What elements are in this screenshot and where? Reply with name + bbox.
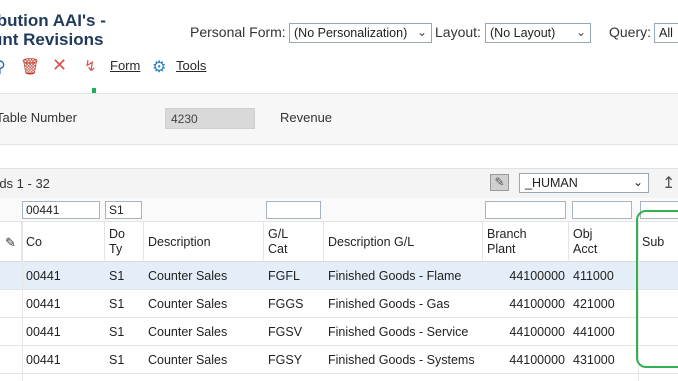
- cell-description: Counter Sales: [148, 325, 228, 339]
- col-header-description-gl[interactable]: Description G/L: [324, 222, 483, 262]
- cell-co: 00441: [26, 325, 61, 339]
- table-row[interactable]: 00441 S1 Counter Sales FGGS Finished Goo…: [0, 290, 678, 318]
- cell-description-gl: Finished Goods - Service: [328, 325, 469, 339]
- col-header-glcat-label: G/L Cat: [268, 227, 289, 256]
- cell-doty: S1: [109, 297, 125, 311]
- col-header-doty-label: Do Ty: [109, 227, 125, 256]
- cell-co: 00441: [26, 269, 61, 283]
- tools-menu-label: Tools: [176, 58, 207, 73]
- table-row[interactable]: 00441 S1 Counter Sales FGSY Finished Goo…: [0, 346, 678, 374]
- cell-branch-plant: 44100000: [509, 269, 565, 283]
- layout-value: (No Layout): [490, 26, 556, 40]
- col-header-co-label: Co: [26, 234, 42, 249]
- qbe-glcat-input[interactable]: [266, 201, 321, 219]
- column-header-row: ✎ Co Do Ty Description G/L Cat Descripti…: [0, 222, 678, 262]
- col-header-obj-acct[interactable]: Obj Acct: [569, 222, 638, 262]
- cell-description-gl: Finished Goods - Systems: [328, 353, 475, 367]
- cell-doty: S1: [109, 269, 125, 283]
- cell-obj-acct: 441000: [573, 325, 615, 339]
- cell-description-gl: Finished Goods - Gas: [328, 297, 450, 311]
- col-header-doty[interactable]: Do Ty: [105, 222, 144, 262]
- column-divider: [22, 222, 23, 381]
- col-header-glcat[interactable]: G/L Cat: [264, 222, 324, 262]
- cell-co: 00441: [26, 297, 61, 311]
- grid-toolbar: rds 1 - 32 ✎ _HUMAN ⌄ ↥: [0, 168, 678, 198]
- layout-select[interactable]: (No Layout) ⌄: [485, 23, 591, 43]
- cell-branch-plant: 44100000: [509, 353, 565, 367]
- col-header-description-label: Description: [148, 234, 211, 249]
- cell-doty: S1: [109, 325, 125, 339]
- col-header-description[interactable]: Description: [144, 222, 264, 262]
- qbe-doty-input[interactable]: [105, 201, 142, 219]
- col-header-co[interactable]: Co: [22, 222, 105, 262]
- cell-description: Counter Sales: [148, 297, 228, 311]
- table-number-label: Table Number: [0, 110, 77, 125]
- personal-form-select[interactable]: (No Personalization) ⌄: [289, 23, 432, 43]
- gear-icon: ⚙: [152, 59, 167, 76]
- table-number-field: 4230: [165, 108, 255, 129]
- col-header-obj-acct-label: Obj Acct: [573, 227, 598, 256]
- query-label: Query:: [609, 24, 652, 40]
- toolbar: ⚲ 🗑 ✕ ↯ Form ⚙ Tools: [0, 52, 678, 82]
- form-menu-label: Form: [110, 58, 141, 73]
- app-header: ibution AAI's - unt Revisions Personal F…: [0, 0, 678, 52]
- grid-format-icon[interactable]: ✎: [490, 174, 509, 191]
- chevron-down-icon: ⌄: [575, 25, 586, 39]
- delete-icon[interactable]: 🗑: [20, 57, 40, 77]
- qbe-row: [0, 198, 678, 222]
- grid-view-select[interactable]: _HUMAN ⌄: [519, 173, 649, 193]
- close-icon[interactable]: ✕: [52, 55, 67, 76]
- layout-label: Layout:: [435, 24, 481, 40]
- cell-branch-plant: 44100000: [509, 297, 565, 311]
- cell-description: Counter Sales: [148, 269, 228, 283]
- query-select[interactable]: All: [654, 23, 678, 43]
- personal-form-label: Personal Form:: [190, 24, 286, 40]
- records-count: rds 1 - 32: [0, 176, 50, 191]
- qbe-branch-input[interactable]: [485, 201, 566, 219]
- form-menu[interactable]: Form: [110, 58, 140, 73]
- cell-doty: S1: [109, 353, 125, 367]
- col-header-description-gl-label: Description G/L: [328, 234, 415, 249]
- cell-glcat: FGGS: [268, 297, 304, 311]
- cell-obj-acct: 411000: [573, 269, 614, 283]
- cell-description-gl: Finished Goods - Flame: [328, 269, 462, 283]
- cell-branch-plant: 44100000: [509, 325, 565, 339]
- title-line-1: ibution AAI's -: [0, 11, 106, 30]
- cell-glcat: FGFL: [268, 269, 300, 283]
- form-icon: ↯: [84, 58, 97, 75]
- search-icon[interactable]: ⚲: [0, 57, 6, 77]
- table-description: Revenue: [280, 110, 333, 125]
- header-form: Table Number 4230 Revenue: [0, 93, 678, 145]
- cell-obj-acct: 431000: [573, 353, 615, 367]
- table-row[interactable]: 00441 S1 Counter Sales FGSV Finished Goo…: [0, 318, 678, 346]
- cell-glcat: FGSV: [268, 325, 303, 339]
- col-header-branch-plant[interactable]: Branch Plant: [483, 222, 569, 262]
- grid-view-value: _HUMAN: [525, 176, 578, 190]
- qbe-co-input[interactable]: [22, 201, 100, 219]
- personal-form-value: (No Personalization): [294, 26, 408, 40]
- query-value: All: [659, 26, 673, 40]
- qbe-objacct-input[interactable]: [572, 201, 632, 219]
- export-icon[interactable]: ↥: [662, 173, 675, 193]
- tools-menu[interactable]: Tools: [176, 58, 206, 73]
- col-header-branch-plant-label: Branch Plant: [487, 227, 527, 256]
- cell-co: 00441: [26, 353, 61, 367]
- sub-column-highlight: [636, 210, 678, 368]
- cell-description: Counter Sales: [148, 353, 228, 367]
- title-line-2: unt Revisions: [0, 30, 104, 49]
- cell-glcat: FGSY: [268, 353, 303, 367]
- chevron-down-icon: ⌄: [416, 25, 427, 39]
- table-row[interactable]: 00441 S1 Counter Sales FGFL Finished Goo…: [0, 262, 678, 290]
- chevron-down-icon: ⌄: [632, 175, 643, 189]
- row-edit-icon[interactable]: ✎: [0, 222, 22, 262]
- cell-obj-acct: 421000: [573, 297, 615, 311]
- page-title: ibution AAI's - unt Revisions: [0, 11, 106, 49]
